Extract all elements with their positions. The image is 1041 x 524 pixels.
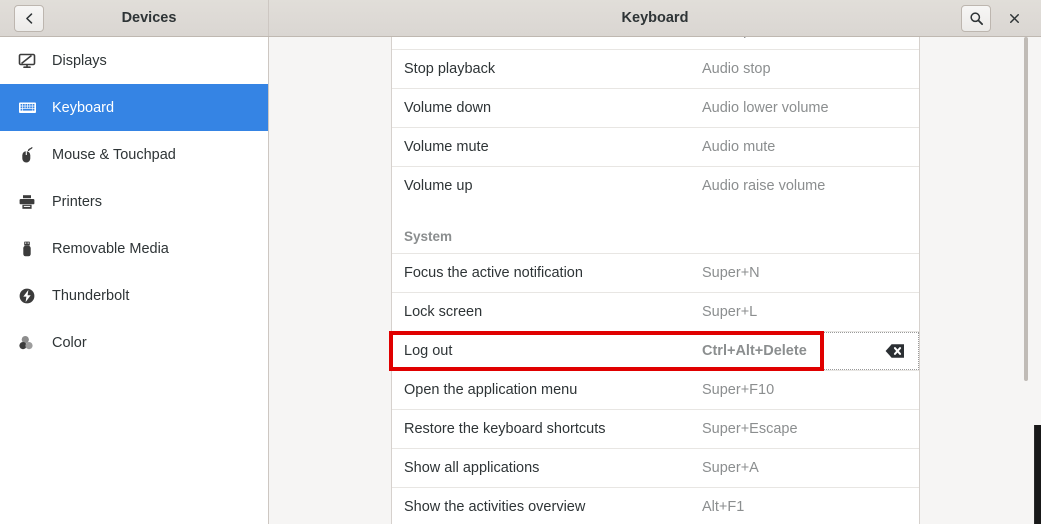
mouse-icon (16, 145, 38, 165)
sidebar-item-label: Color (52, 334, 87, 351)
sidebar-item-thunderbolt[interactable]: Thunderbolt (0, 272, 268, 319)
thunderbolt-icon (16, 286, 38, 306)
shortcut-accelerator: Super+Escape (702, 421, 798, 437)
shortcut-row-open-the-application-menu[interactable]: Open the application menu Super+F10 (392, 371, 919, 409)
sidebar-item-displays[interactable]: Displays (0, 37, 268, 84)
shortcut-accelerator: Audio mute (702, 139, 776, 155)
search-button[interactable] (961, 4, 991, 32)
shortcut-row-show-the-activities-overview[interactable]: Show the activities overview Alt+F1 (392, 488, 919, 524)
printer-icon (16, 192, 38, 212)
shortcut-row-stop-playback[interactable]: Stop playback Audio stop (392, 50, 919, 88)
shortcut-name: Show all applications (404, 460, 540, 476)
window-body: Displays Keyboard Mouse & Touchpad Print… (0, 37, 1041, 524)
page-title: Keyboard (621, 9, 689, 26)
shortcut-accelerator: Audio lower volume (702, 100, 829, 116)
shortcut-row-volume-down[interactable]: Volume down Audio lower volume (392, 89, 919, 127)
sidebar-item-label: Removable Media (52, 240, 169, 257)
sidebar-item-label: Mouse & Touchpad (52, 146, 176, 163)
shortcut-accelerator: Super+A (702, 460, 759, 476)
color-icon (16, 333, 38, 353)
sidebar-item-label: Keyboard (52, 99, 115, 116)
sidebar-item-printers[interactable]: Printers (0, 178, 268, 225)
shortcut-row-focus-the-active-notification[interactable]: Focus the active notification Super+N (392, 254, 919, 292)
shortcut-name: Show the activities overview (404, 499, 586, 515)
sidebar-item-mouse-touchpad[interactable]: Mouse & Touchpad (0, 131, 268, 178)
display-icon (16, 51, 38, 71)
shortcut-accelerator: Audio stop (702, 61, 771, 77)
sidebar-item-label: Thunderbolt (52, 287, 130, 304)
shortcuts-list: Previous track Audio previous Stop playb… (391, 37, 920, 524)
shortcut-name: Volume mute (404, 139, 489, 155)
sidebar-item-label: Displays (52, 52, 107, 69)
window-edge-line (1034, 425, 1035, 524)
shortcut-accelerator: Alt+F1 (702, 499, 745, 515)
shortcut-row-previous-track[interactable]: Previous track Audio previous (392, 37, 919, 49)
content-area: Previous track Audio previous Stop playb… (269, 37, 1041, 524)
sidebar: Displays Keyboard Mouse & Touchpad Print… (0, 37, 269, 524)
chevron-left-icon (23, 12, 36, 25)
header-actions (961, 4, 1035, 32)
usb-drive-icon (16, 239, 38, 259)
sidebar-item-color[interactable]: Color (0, 319, 268, 366)
shortcut-name: Volume up (404, 178, 473, 194)
window-edge-shadow (1034, 425, 1041, 524)
shortcut-row-lock-screen[interactable]: Lock screen Super+L (392, 293, 919, 331)
shortcut-name: Open the application menu (404, 382, 578, 398)
backspace-clear-icon[interactable] (885, 343, 905, 359)
keyboard-icon (16, 98, 38, 118)
close-button[interactable] (1001, 5, 1027, 31)
shortcut-row-restore-the-keyboard-shortcuts[interactable]: Restore the keyboard shortcuts Super+Esc… (392, 410, 919, 448)
sidebar-item-keyboard[interactable]: Keyboard (0, 84, 268, 131)
search-icon (969, 11, 984, 26)
settings-window: Devices Keyboard Displays Keyboard Mouse… (0, 0, 1041, 524)
shortcut-accelerator: Ctrl+Alt+Delete (702, 343, 807, 359)
shortcut-row-volume-up[interactable]: Volume up Audio raise volume (392, 167, 919, 205)
shortcut-name: Focus the active notification (404, 265, 583, 281)
shortcut-accelerator: Super+F10 (702, 382, 775, 398)
scrollbar-thumb[interactable] (1024, 37, 1028, 381)
shortcut-row-volume-mute[interactable]: Volume mute Audio mute (392, 128, 919, 166)
shortcut-name: Restore the keyboard shortcuts (404, 421, 606, 437)
shortcut-accelerator: Super+N (702, 265, 760, 281)
shortcut-name: Volume down (404, 100, 492, 116)
shortcut-accelerator: Super+L (702, 304, 758, 320)
header-bar: Devices Keyboard (0, 0, 1041, 37)
shortcut-name: Log out (404, 343, 453, 359)
shortcut-accelerator: Audio previous (702, 37, 798, 39)
sidebar-item-removable-media[interactable]: Removable Media (0, 225, 268, 272)
group-spacer (392, 205, 919, 219)
close-icon (1008, 12, 1021, 25)
shortcut-name: Stop playback (404, 61, 496, 77)
shortcut-row-show-all-applications[interactable]: Show all applications Super+A (392, 449, 919, 487)
shortcut-name: Previous track (404, 37, 702, 39)
shortcut-row-log-out[interactable]: Log out Ctrl+Alt+Delete (392, 332, 919, 370)
sidebar-title: Devices (121, 9, 177, 26)
shortcut-name: Lock screen (404, 304, 483, 320)
sidebar-header: Devices (0, 0, 269, 36)
group-header-system: System (392, 219, 919, 253)
panel-header: Keyboard (269, 0, 1041, 36)
shortcut-accelerator: Audio raise volume (702, 178, 826, 194)
back-button[interactable] (14, 4, 44, 32)
sidebar-item-label: Printers (52, 193, 102, 210)
